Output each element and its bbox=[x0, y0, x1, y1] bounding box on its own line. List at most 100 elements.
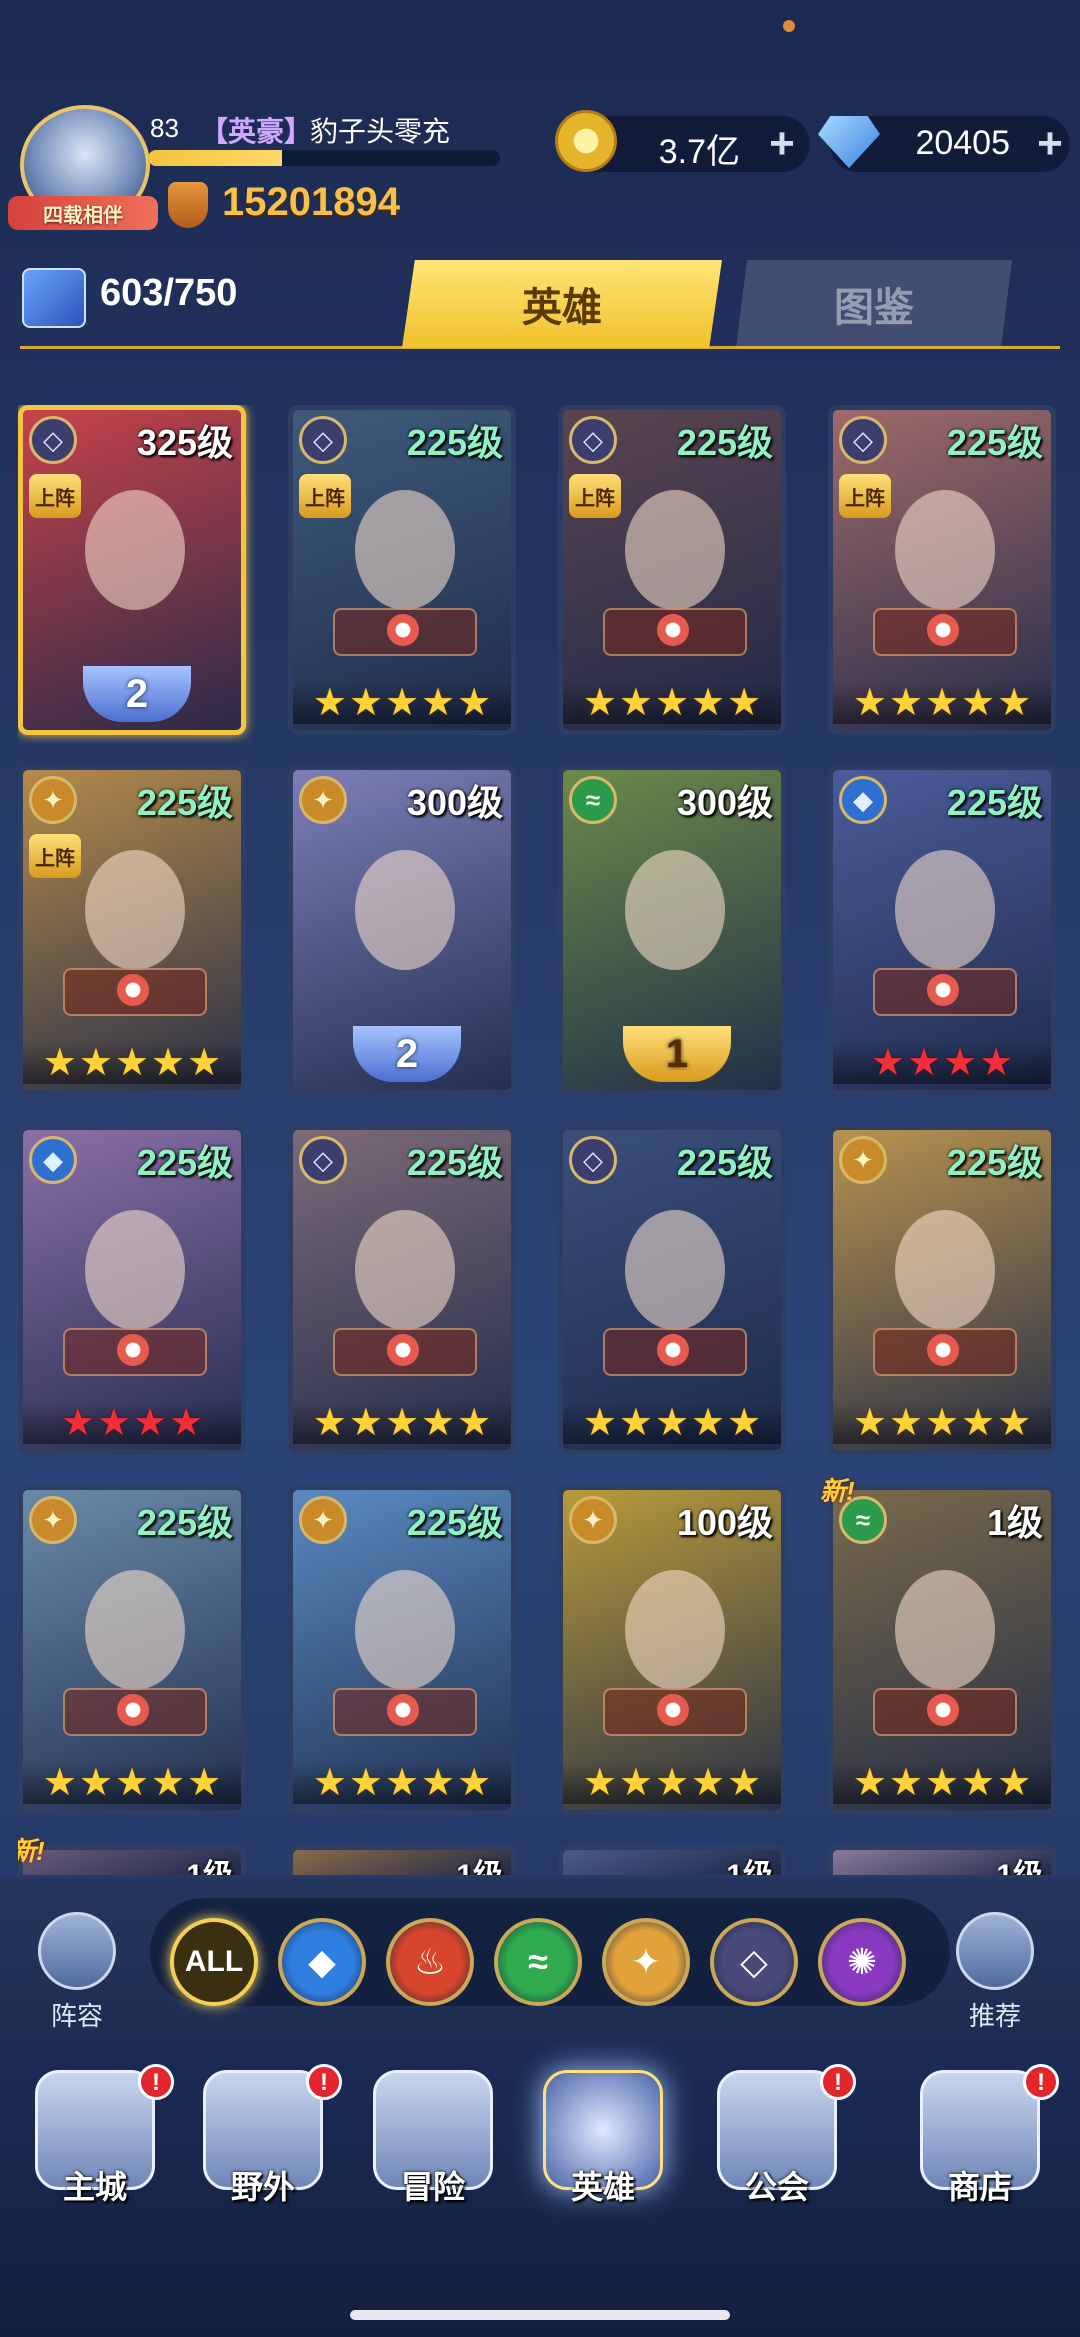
star-icon: ★ bbox=[618, 682, 653, 724]
hero-level: 225级 bbox=[136, 782, 233, 823]
hero-card[interactable]: ◆ 225级 ★ ★ ★ ★ bbox=[18, 1125, 246, 1455]
hero-face bbox=[625, 1570, 725, 1690]
tab-codex[interactable]: 图鉴 bbox=[736, 260, 1012, 348]
hero-level: 100级 bbox=[676, 1502, 773, 1543]
nav-heroes[interactable]: 英雄 bbox=[528, 2070, 678, 2208]
hero-card[interactable]: ≈1级 ★ ★ ★ ★ ★ bbox=[828, 1485, 1056, 1815]
star-rating: ★ ★ ★ ★ ★ bbox=[563, 1762, 781, 1804]
element-water-icon: ◆ bbox=[839, 776, 887, 824]
diamond-amount: 20405 bbox=[915, 124, 1010, 162]
hero-level: 1级 bbox=[726, 1850, 773, 1875]
hero-emblem bbox=[63, 1328, 207, 1376]
star-icon: ★ bbox=[924, 682, 960, 724]
hero-face bbox=[355, 490, 455, 610]
star-icon: ★ bbox=[312, 1762, 347, 1804]
hero-card[interactable]: ◆ 225级 ★ ★ ★ ★ bbox=[828, 765, 1056, 1095]
hero-emblem bbox=[873, 1688, 1017, 1736]
hero-card[interactable]: 1级 bbox=[288, 1845, 516, 1875]
star-icon: ★ bbox=[852, 1762, 887, 1804]
add-diamond-button[interactable]: + bbox=[1030, 122, 1070, 166]
combat-power: 15201894 bbox=[222, 180, 400, 224]
hero-card[interactable]: ≈300级 1 bbox=[558, 765, 786, 1095]
hero-emblem bbox=[603, 608, 747, 656]
hero-card[interactable]: ✦ 225级 上阵 ★ ★ ★ ★ ★ bbox=[18, 765, 246, 1095]
star-rating: ★ ★ ★ ★ ★ bbox=[23, 1042, 241, 1084]
hero-face bbox=[895, 490, 995, 610]
star-icon: ★ bbox=[60, 1402, 95, 1444]
star-icon: ★ bbox=[961, 1402, 996, 1444]
star-icon: ★ bbox=[654, 1402, 690, 1444]
star-icon: ★ bbox=[691, 682, 726, 724]
hero-card[interactable]: ✦ 300级 2 bbox=[288, 765, 516, 1095]
hero-card[interactable]: ◇ 225级 上阵 ★ ★ ★ ★ ★ bbox=[828, 405, 1056, 735]
element-light-icon: ✦ bbox=[29, 1496, 77, 1544]
element-water-icon: ◆ bbox=[308, 1941, 336, 1982]
hero-card[interactable]: ◇ 325级 上阵 2 bbox=[18, 405, 246, 735]
exp-fill bbox=[148, 150, 282, 166]
filter-water-button[interactable]: ◆ bbox=[278, 1918, 366, 2006]
star-icon: ★ bbox=[618, 1762, 653, 1804]
hero-card[interactable]: ◇ 225级 上阵 ★ ★ ★ ★ ★ bbox=[558, 405, 786, 735]
filter-light-button[interactable]: ✦ bbox=[602, 1918, 690, 2006]
hero-card[interactable]: ◇ 225级 ★ ★ ★ ★ ★ bbox=[288, 1125, 516, 1455]
recommend-button[interactable]: 推荐 bbox=[950, 1912, 1040, 2033]
element-light-icon: ✦ bbox=[299, 1496, 347, 1544]
nav-wild-label: 野外 bbox=[230, 2169, 295, 2205]
star-rating: ★ ★ ★ ★ ★ bbox=[833, 1762, 1051, 1804]
hero-card[interactable]: ◇ 225级 ★ ★ ★ ★ ★ bbox=[558, 1125, 786, 1455]
hero-card[interactable]: 1级 bbox=[558, 1845, 786, 1875]
recommend-label: 推荐 bbox=[968, 2001, 1021, 2031]
lineup-button[interactable]: 阵容 bbox=[32, 1912, 122, 2033]
filter-fire-button[interactable]: ♨ bbox=[386, 1918, 474, 2006]
hero-face bbox=[625, 850, 725, 970]
star-icon: ★ bbox=[870, 1042, 905, 1084]
hero-card[interactable]: ✦ 100级 ★ ★ ★ ★ ★ bbox=[558, 1485, 786, 1815]
star-icon: ★ bbox=[727, 682, 762, 724]
hero-level: 1级 bbox=[186, 1850, 233, 1875]
star-icon: ★ bbox=[42, 1042, 77, 1084]
hero-level: 300级 bbox=[406, 782, 503, 823]
filter-all-button[interactable]: ALL bbox=[170, 1918, 258, 2006]
home-indicator bbox=[350, 2310, 730, 2320]
hero-emblem bbox=[63, 968, 207, 1016]
element-dark-icon: ◇ bbox=[29, 416, 77, 464]
filter-dark-button[interactable]: ◇ bbox=[710, 1918, 798, 2006]
star-icon: ★ bbox=[888, 1402, 923, 1444]
hero-card[interactable]: 1级 bbox=[18, 1845, 246, 1875]
star-icon: ★ bbox=[151, 1042, 186, 1084]
nav-adventure-label: 冒险 bbox=[400, 2169, 465, 2205]
notification-badge: ! bbox=[1023, 2064, 1059, 2100]
on-team-tag: 上阵 bbox=[29, 834, 81, 878]
exp-bar bbox=[148, 150, 500, 166]
star-icon: ★ bbox=[169, 1402, 204, 1444]
hero-face bbox=[895, 1570, 995, 1690]
filter-wind-button[interactable]: ≈ bbox=[494, 1918, 582, 2006]
hero-card[interactable]: ✦ 225级 ★ ★ ★ ★ ★ bbox=[288, 1485, 516, 1815]
star-rating: ★ ★ ★ ★ ★ bbox=[563, 1402, 781, 1444]
thumbs-up-icon bbox=[956, 1912, 1034, 1990]
element-light-icon: ✦ bbox=[630, 1941, 662, 1982]
filter-arcane-button[interactable]: ✺ bbox=[818, 1918, 906, 2006]
hero-card[interactable]: ✦ 225级 ★ ★ ★ ★ ★ bbox=[828, 1125, 1056, 1455]
star-icon: ★ bbox=[187, 1042, 222, 1084]
star-icon: ★ bbox=[997, 1402, 1032, 1444]
star-icon: ★ bbox=[348, 682, 383, 724]
star-icon: ★ bbox=[979, 1042, 1014, 1084]
element-dark-icon: ◇ bbox=[299, 416, 347, 464]
star-icon: ★ bbox=[421, 1762, 456, 1804]
nav-heroes-label: 英雄 bbox=[570, 2169, 635, 2205]
hero-level: 225级 bbox=[406, 1142, 503, 1183]
nav-adventure[interactable]: 冒险 bbox=[358, 2070, 508, 2208]
star-icon: ★ bbox=[42, 1762, 77, 1804]
hero-card[interactable]: 1级 bbox=[828, 1845, 1056, 1875]
hero-level: 325级 bbox=[136, 422, 233, 463]
star-icon: ★ bbox=[691, 1762, 726, 1804]
star-icon: ★ bbox=[114, 1762, 150, 1804]
add-gold-button[interactable]: + bbox=[762, 122, 802, 166]
tab-heroes[interactable]: 英雄 bbox=[402, 260, 722, 348]
hero-card[interactable]: ◇ 225级 上阵 ★ ★ ★ ★ ★ bbox=[288, 405, 516, 735]
hero-card[interactable]: ✦ 225级 ★ ★ ★ ★ ★ bbox=[18, 1485, 246, 1815]
player-name: 豹子头零充 bbox=[310, 116, 451, 147]
hero-face bbox=[355, 1210, 455, 1330]
star-icon: ★ bbox=[187, 1762, 222, 1804]
